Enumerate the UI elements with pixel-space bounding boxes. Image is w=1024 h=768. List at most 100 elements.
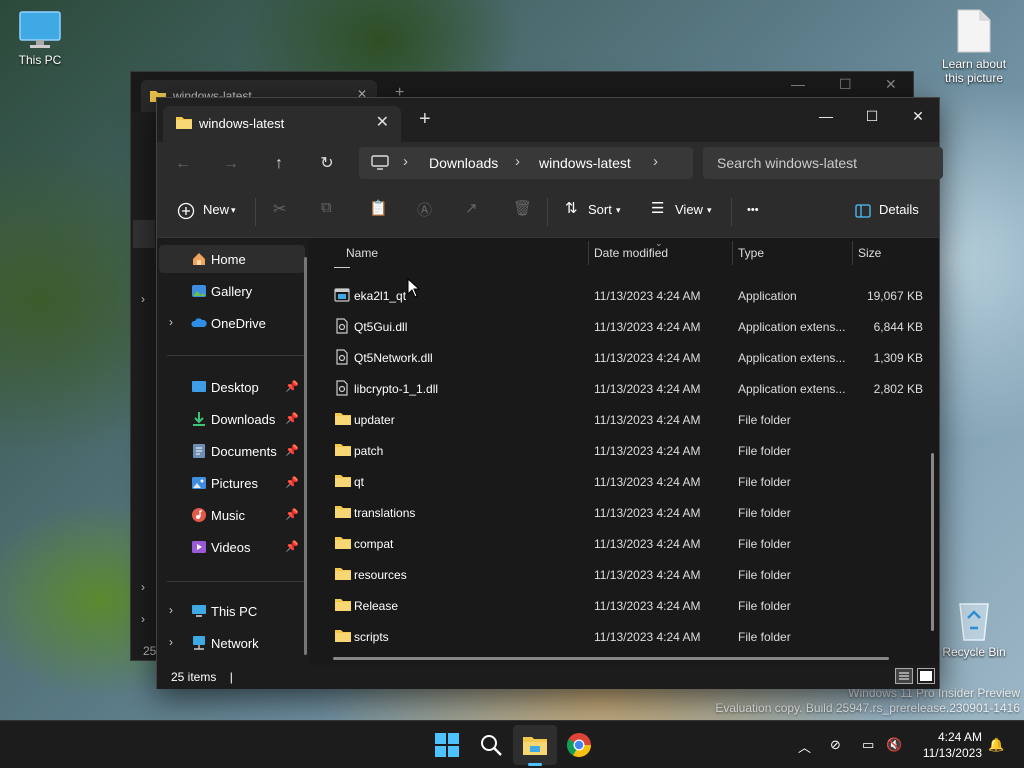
view-button[interactable]: View	[675, 202, 703, 217]
chevron-up-icon[interactable]: ︿	[798, 737, 811, 756]
table-row[interactable]: translations 11/13/2023 4:24 AM File folde…	[317, 497, 939, 528]
nav-item-downloads[interactable]: Downloads 📌	[159, 405, 305, 433]
forward-arrow-icon[interactable]: →	[217, 152, 245, 176]
desktop-icon-learn-picture[interactable]: Learn about this picture	[934, 8, 1014, 85]
chevron-right-icon[interactable]: ›	[515, 153, 520, 170]
details-button[interactable]: Details	[879, 202, 919, 217]
chevron-right-icon[interactable]: ›	[169, 635, 173, 649]
network-status-icon[interactable]: ⊘	[830, 737, 841, 753]
table-row[interactable]: Qt5Gui.dll 11/13/2023 4:24 AM Application …	[317, 311, 939, 342]
chevron-right-icon[interactable]: ›	[653, 153, 658, 170]
pin-icon[interactable]: 📌	[285, 444, 299, 457]
column-divider[interactable]	[588, 241, 589, 265]
table-row[interactable]: updater 11/13/2023 4:24 AM File folder	[317, 404, 939, 435]
breadcrumb-item-windows-latest[interactable]: windows-latest	[539, 155, 631, 171]
maximize-button[interactable]: ☐	[849, 102, 895, 132]
minimize-button[interactable]: —	[803, 102, 849, 132]
table-row[interactable]: patch 11/13/2023 4:24 AM File folder	[317, 435, 939, 466]
nav-item-gallery[interactable]: Gallery	[159, 277, 305, 305]
table-row[interactable]: libcrypto-1_1.dll 11/13/2023 4:24 AM Appli…	[317, 373, 939, 404]
close-icon[interactable]: ✕	[376, 112, 389, 132]
new-tab-button[interactable]: +	[419, 108, 431, 131]
horizontal-scrollbar[interactable]	[333, 657, 889, 660]
desktop-icon-recycle-bin[interactable]: Recycle Bin	[934, 598, 1014, 659]
pin-icon[interactable]: 📌	[285, 540, 299, 553]
vertical-scrollbar[interactable]	[931, 453, 934, 631]
pin-icon[interactable]: 📌	[285, 380, 299, 393]
nav-item-this-pc[interactable]: › This PC	[159, 597, 305, 625]
paste-icon[interactable]: 📋	[369, 199, 388, 217]
nav-scrollbar[interactable]	[304, 257, 307, 655]
column-divider[interactable]	[732, 241, 733, 265]
column-divider[interactable]	[852, 241, 853, 265]
column-header-size[interactable]: Size	[858, 246, 881, 260]
system-clock[interactable]: 4:24 AM 11/13/2023	[912, 729, 982, 761]
volume-muted-icon[interactable]: 🔇	[886, 737, 902, 753]
delete-icon[interactable]: 🗑	[513, 199, 532, 217]
windows-start-icon[interactable]	[433, 731, 461, 759]
nav-divider	[167, 355, 305, 356]
table-row[interactable]: qt 11/13/2023 4:24 AM File folder	[317, 466, 939, 497]
chrome-icon[interactable]	[565, 731, 593, 759]
chevron-right-icon[interactable]: ›	[141, 612, 145, 626]
chevron-right-icon[interactable]: ›	[141, 580, 145, 594]
nav-item-videos[interactable]: Videos 📌	[159, 533, 305, 561]
file-explorer-icon[interactable]	[521, 731, 549, 759]
pin-icon[interactable]: 📌	[285, 412, 299, 425]
file-type: Application extens...	[738, 351, 846, 365]
search-input[interactable]: Search windows-latest	[703, 147, 943, 179]
tiles-view-icon[interactable]	[917, 668, 935, 684]
file-date: 11/13/2023 4:24 AM	[594, 568, 701, 582]
nav-item-pictures[interactable]: Pictures 📌	[159, 469, 305, 497]
column-header-name[interactable]: Name	[346, 246, 378, 260]
maximize-icon[interactable]: ☐	[839, 76, 852, 93]
background-nav-pane: › › › 25	[131, 112, 157, 660]
file-explorer-window[interactable]: windows-latest ✕ + — ☐ ✕ ← → ↑ ↻ › Downl…	[156, 97, 943, 689]
close-button[interactable]: ✕	[895, 102, 941, 132]
table-row[interactable]: scripts 11/13/2023 4:24 AM File folder	[317, 621, 939, 652]
desktop-icon-this-pc[interactable]: This PC	[0, 10, 80, 67]
breadcrumb[interactable]: › Downloads › windows-latest ›	[359, 147, 693, 179]
pictures-icon	[192, 477, 206, 489]
chevron-right-icon[interactable]: ›	[169, 603, 173, 617]
tab-windows-latest[interactable]: windows-latest ✕	[163, 106, 401, 142]
table-row[interactable]: resources 11/13/2023 4:24 AM File folder	[317, 559, 939, 590]
chevron-right-icon[interactable]: ›	[169, 315, 173, 329]
table-row[interactable]: Release 11/13/2023 4:24 AM File folder	[317, 590, 939, 621]
details-view-icon[interactable]	[895, 668, 913, 684]
file-type: File folder	[738, 568, 791, 582]
nav-item-label: OneDrive	[211, 316, 266, 331]
search-icon[interactable]	[477, 731, 505, 759]
pin-icon[interactable]: 📌	[285, 508, 299, 521]
more-options-button[interactable]: •••	[747, 204, 759, 216]
table-row[interactable]: compat 11/13/2023 4:24 AM File folder	[317, 528, 939, 559]
share-icon[interactable]: ↗	[465, 199, 478, 217]
close-icon[interactable]: ✕	[885, 76, 897, 93]
copy-icon[interactable]: ⧉	[321, 199, 332, 216]
breadcrumb-item-downloads[interactable]: Downloads	[429, 155, 498, 171]
monitor-icon[interactable]	[371, 155, 389, 171]
file-type-icon	[334, 318, 350, 337]
minimize-icon[interactable]: —	[791, 76, 805, 92]
back-arrow-icon[interactable]: ←	[169, 152, 197, 176]
new-button[interactable]: New	[203, 202, 229, 217]
chevron-right-icon[interactable]: ›	[141, 292, 145, 306]
sort-button[interactable]: Sort	[588, 202, 612, 217]
nav-item-onedrive[interactable]: › OneDrive	[159, 309, 305, 337]
up-arrow-icon[interactable]: ↑	[265, 152, 293, 176]
refresh-icon[interactable]: ↻	[313, 152, 341, 176]
nav-item-network[interactable]: › Network	[159, 629, 305, 657]
cut-icon[interactable]: ✂	[273, 199, 286, 219]
nav-item-home[interactable]: Home	[159, 245, 305, 273]
rename-icon[interactable]: Ⓐ	[417, 199, 432, 220]
table-row[interactable]: Qt5Network.dll 11/13/2023 4:24 AM Applicat…	[317, 342, 939, 373]
nav-item-music[interactable]: Music 📌	[159, 501, 305, 529]
notification-bell-icon[interactable]: 🔔	[988, 737, 1004, 753]
display-icon[interactable]: ▭	[862, 737, 874, 753]
pin-icon[interactable]: 📌	[285, 476, 299, 489]
file-type: File folder	[738, 475, 791, 489]
nav-item-desktop[interactable]: Desktop 📌	[159, 373, 305, 401]
chevron-right-icon[interactable]: ›	[403, 153, 408, 170]
column-header-type[interactable]: Type	[738, 246, 764, 260]
nav-item-documents[interactable]: Documents 📌	[159, 437, 305, 465]
